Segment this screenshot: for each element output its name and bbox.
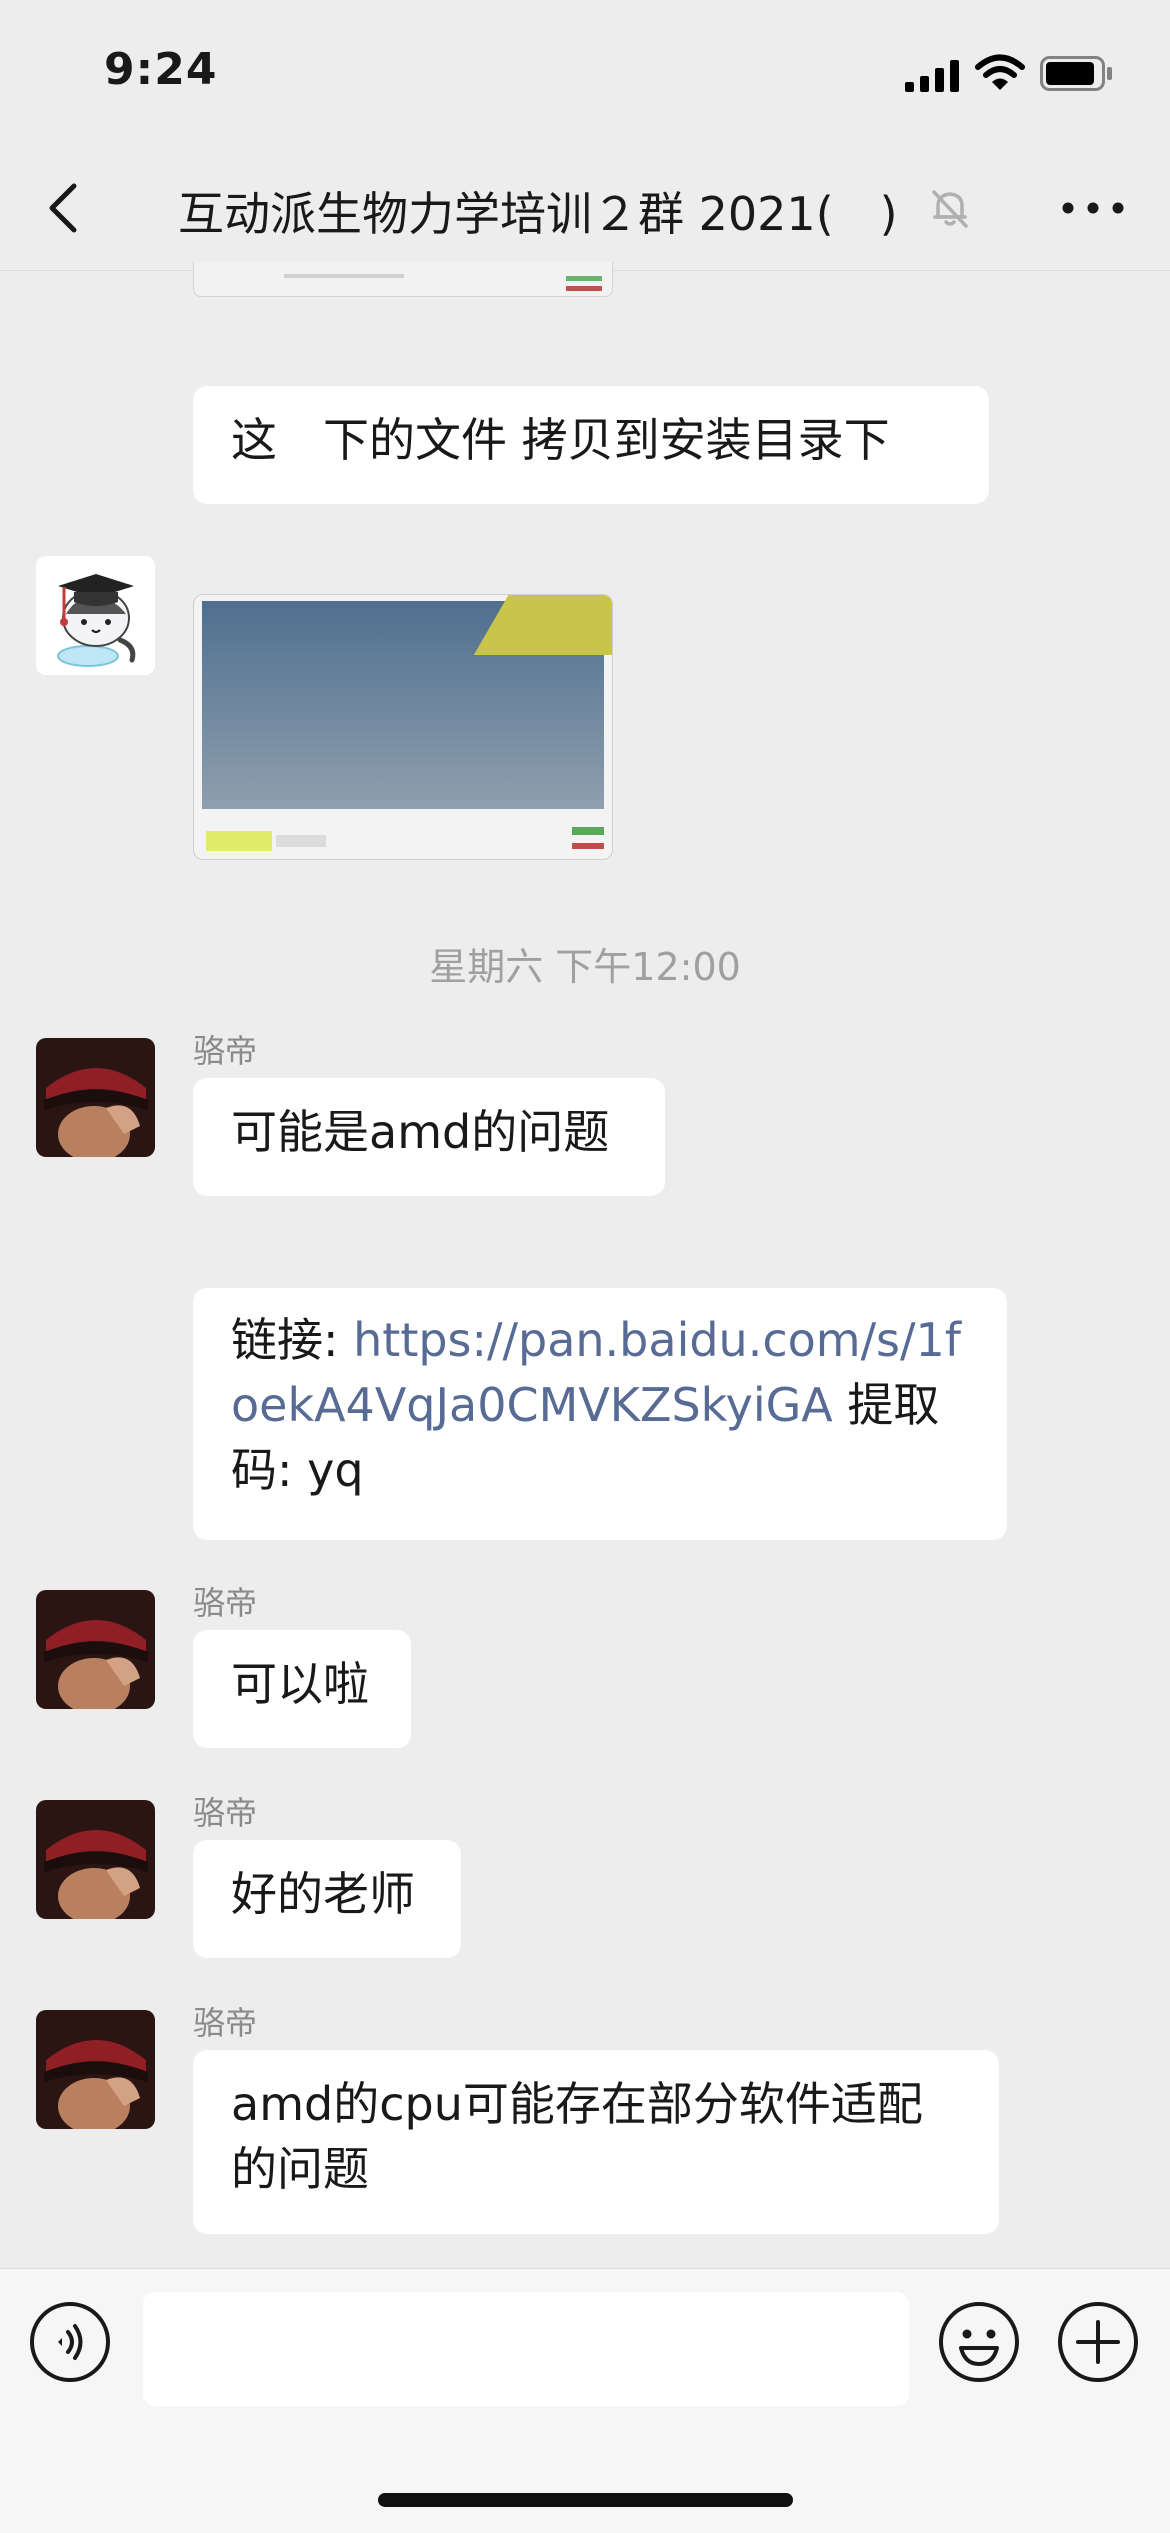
more-functions-button[interactable]: [1056, 2300, 1140, 2384]
mute-bell-icon: [932, 190, 968, 228]
sender-name: 骆帝: [193, 1032, 258, 1070]
message-text: 可以啦: [231, 1657, 369, 1711]
message-bubble[interactable]: amd的cpu可能存在部分软件适配的问题: [193, 2050, 999, 2234]
battery-icon: [1040, 56, 1112, 91]
image-message-partial[interactable]: [193, 262, 613, 297]
avatar[interactable]: [36, 1590, 155, 1709]
message-text: 可能是amd的问题: [231, 1105, 610, 1159]
link-label: 链接:: [231, 1313, 354, 1367]
message-bubble[interactable]: 好的老师: [193, 1840, 461, 1958]
emoji-smile-icon: [939, 2302, 1019, 2382]
avatar[interactable]: [36, 1038, 155, 1157]
voice-icon: [30, 2302, 110, 2382]
message-bubble[interactable]: 可以啦: [193, 1630, 411, 1748]
sender-name: 骆帝: [193, 2004, 258, 2042]
image-thumb-detail: [276, 835, 326, 847]
image-thumb-detail: [566, 286, 602, 291]
emoji-button[interactable]: [937, 2300, 1021, 2384]
user-avatar-icon: [36, 2010, 155, 2129]
sender-name: 骆帝: [193, 1584, 258, 1622]
message-text: amd的cpu可能存在部分软件适配的问题: [231, 2077, 923, 2196]
chat-title[interactable]: 互动派生物力学培训２群 2021( ): [178, 178, 898, 244]
voice-input-button[interactable]: [28, 2300, 112, 2384]
image-thumb-detail: [572, 843, 604, 849]
sender-name: 骆帝: [193, 1794, 258, 1832]
message-text: 这 下的文件 拷贝到安装目录下: [231, 413, 890, 467]
timestamp-divider: 星期六 下午12:00: [429, 945, 741, 989]
avatar[interactable]: [36, 2010, 155, 2129]
avatar[interactable]: [36, 1800, 155, 1919]
plus-icon: [1058, 2302, 1138, 2382]
user-avatar-icon: [36, 1590, 155, 1709]
status-time: 9:24: [104, 44, 218, 95]
back-button[interactable]: [40, 178, 90, 238]
image-thumb-detail: [206, 831, 272, 851]
message-bubble[interactable]: 这 下的文件 拷贝到安装目录下: [193, 386, 989, 504]
image-thumb-detail: [572, 827, 604, 835]
message-text: 好的老师: [231, 1867, 415, 1921]
chevron-left-icon: [49, 183, 77, 233]
message-input[interactable]: [143, 2292, 909, 2406]
wifi-icon: [975, 54, 1025, 90]
user-avatar-icon: [36, 1800, 155, 1919]
message-bubble[interactable]: 可能是amd的问题: [193, 1078, 665, 1196]
cellular-signal-icon: [905, 60, 959, 92]
user-avatar-icon: [36, 1038, 155, 1157]
image-message[interactable]: [193, 594, 613, 860]
avatar[interactable]: [36, 556, 155, 675]
cat-graduate-avatar-icon: [57, 574, 136, 667]
home-indicator[interactable]: [378, 2493, 793, 2507]
image-thumb-detail: [284, 274, 404, 278]
more-options-button[interactable]: [1055, 188, 1135, 228]
image-thumb-detail: [566, 276, 602, 281]
message-bubble[interactable]: 链接: https://pan.baidu.com/s/1foekA4VqJa0…: [193, 1288, 1007, 1540]
more-dots-icon: [1062, 202, 1124, 214]
